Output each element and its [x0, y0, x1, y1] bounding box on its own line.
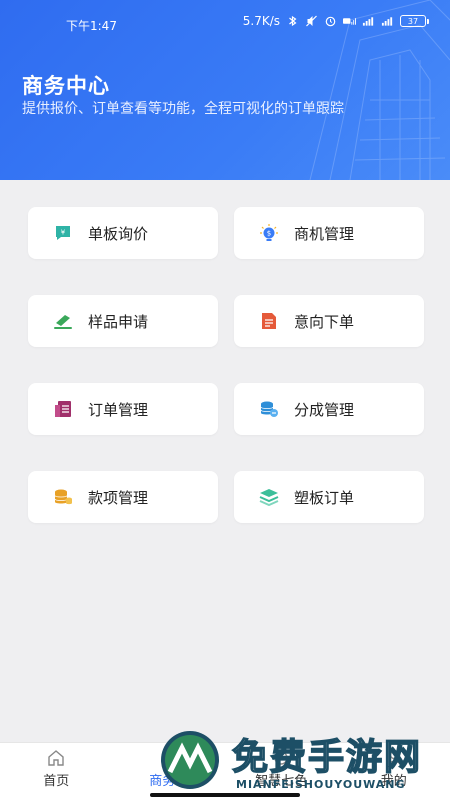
status-bar: 下午1:47 5.7K/s 37	[0, 0, 450, 44]
coins-icon	[52, 486, 74, 508]
menu-item-label: 订单管理	[88, 400, 149, 419]
smart-icon	[274, 751, 288, 765]
tab-smart[interactable]: 智慧七色	[225, 743, 338, 800]
tab-label: 首页	[43, 774, 70, 789]
menu-item-opportunity[interactable]: $ 商机管理	[234, 207, 424, 259]
menu-item-label: 塑板订单	[294, 488, 355, 507]
svg-text:$: $	[267, 230, 271, 238]
bottom-tab-bar: 首页 商务中 智慧七色 我的	[0, 742, 450, 800]
menu-item-label: 单板询价	[88, 224, 149, 243]
status-time: 下午1:47	[66, 19, 117, 33]
menu-item-payment-management[interactable]: 款项管理	[28, 471, 218, 523]
battery-indicator: 37	[400, 15, 429, 27]
tab-label: 商务中	[149, 774, 189, 789]
tab-business[interactable]: 商务中	[113, 743, 226, 800]
svg-text:¥: ¥	[61, 229, 66, 237]
order-list-icon	[52, 398, 74, 420]
layers-icon	[258, 486, 280, 508]
menu-item-label: 款项管理	[88, 488, 149, 507]
tab-label: 智慧七色	[255, 774, 308, 789]
menu-grid: ¥ 单板询价 $ 商机管理 样品申请 意向下单 订单管理 分成管理 款项管理 塑…	[28, 207, 424, 523]
network-speed: 5.7K/s	[242, 14, 280, 28]
coins-share-icon	[258, 398, 280, 420]
menu-item-plastic-order[interactable]: 塑板订单	[234, 471, 424, 523]
home-icon	[48, 750, 64, 766]
signal-5g-icon	[362, 17, 374, 26]
signal-4g-icon	[381, 17, 393, 26]
business-icon	[161, 752, 176, 765]
menu-item-label: 商机管理	[294, 224, 355, 243]
tab-home[interactable]: 首页	[0, 743, 113, 800]
hd-signal-icon	[343, 18, 356, 25]
menu-item-order-management[interactable]: 订单管理	[28, 383, 218, 435]
menu-item-sample[interactable]: 样品申请	[28, 295, 218, 347]
page-subtitle: 提供报价、订单查看等功能，全程可视化的订单跟踪	[22, 101, 344, 117]
alarm-icon	[325, 16, 336, 27]
menu-item-share-management[interactable]: 分成管理	[234, 383, 424, 435]
lightbulb-icon: $	[258, 222, 280, 244]
bluetooth-icon	[289, 15, 297, 27]
menu-item-label: 意向下单	[294, 312, 355, 331]
profile-icon	[386, 750, 402, 767]
page-title: 商务中心	[22, 74, 110, 98]
menu-item-label: 样品申请	[88, 312, 149, 331]
menu-item-intent-order[interactable]: 意向下单	[234, 295, 424, 347]
tab-profile[interactable]: 我的	[338, 743, 450, 800]
sample-icon	[52, 310, 74, 332]
home-indicator	[150, 793, 300, 797]
status-icons: 5.7K/s 37	[242, 14, 429, 28]
menu-item-label: 分成管理	[294, 400, 355, 419]
document-icon	[258, 310, 280, 332]
tab-label: 我的	[380, 774, 407, 789]
mute-icon	[306, 15, 317, 27]
inquiry-icon: ¥	[52, 222, 74, 244]
header-banner: 下午1:47 5.7K/s 37 商务中心 提供报价、订单查看等功能，全程可视化…	[0, 0, 450, 180]
menu-item-inquiry[interactable]: ¥ 单板询价	[28, 207, 218, 259]
